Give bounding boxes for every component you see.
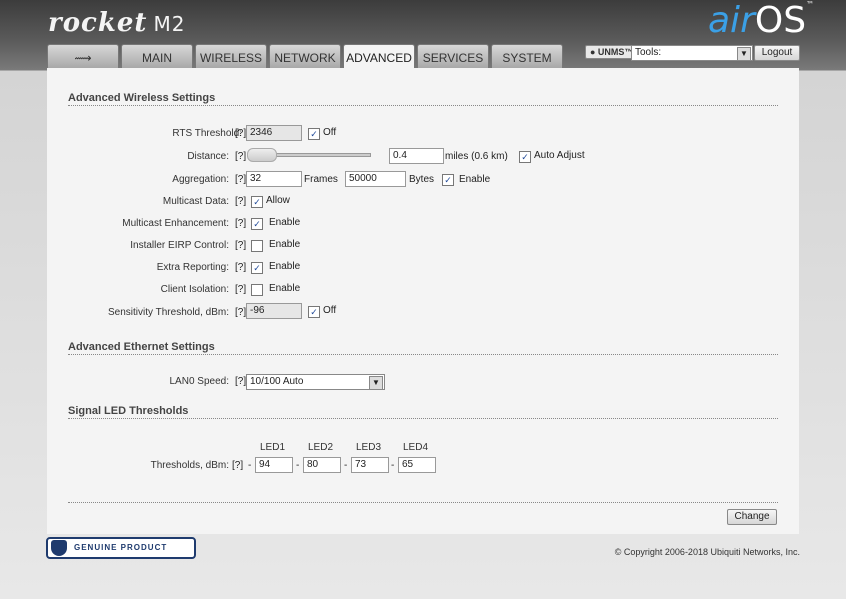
tab-services[interactable]: SERVICES: [417, 44, 489, 68]
tab-wireless[interactable]: WIRELESS: [195, 44, 267, 68]
auto-adjust-label: Auto Adjust: [534, 150, 585, 161]
dash: -: [391, 460, 395, 471]
sens-label: Sensitivity Threshold, dBm:: [108, 307, 229, 318]
lan-help[interactable]: [?]: [235, 376, 246, 387]
tab-main[interactable]: MAIN: [121, 44, 193, 68]
eirp-enable: Enable: [269, 239, 301, 250]
multicast-allow-checkbox[interactable]: ✓: [251, 196, 263, 208]
thresholds-help[interactable]: [?]: [232, 460, 243, 471]
multicast-help[interactable]: [?]: [235, 196, 246, 207]
isolation-help[interactable]: [?]: [235, 284, 246, 295]
aggregation-label: Aggregation:: [172, 174, 229, 185]
aggregation-enable-label: Enable: [459, 174, 491, 185]
extra-checkbox[interactable]: ✓: [251, 262, 263, 274]
tools-value: Tools:: [635, 47, 662, 58]
sens-off-label: Off: [323, 305, 337, 316]
lan-label: LAN0 Speed:: [169, 376, 230, 387]
eirp-help[interactable]: [?]: [235, 240, 246, 251]
rocket-logo: rocket M2: [48, 8, 185, 38]
sens-off-checkbox[interactable]: ✓: [308, 306, 320, 318]
isolation-label: Client Isolation:: [160, 284, 229, 295]
dash: -: [248, 460, 252, 471]
airos-air: air: [708, 0, 755, 41]
distance-unit: miles (0.6 km): [445, 151, 508, 162]
led1-heading: LED1: [260, 442, 286, 453]
mcast-enh-enable: Enable: [269, 217, 301, 228]
model-variant: M2: [153, 12, 186, 36]
distance-input[interactable]: 0.4: [389, 148, 444, 164]
tab-home-ubnt-icon[interactable]: ⟿: [47, 44, 119, 68]
aggregation-enable-checkbox[interactable]: ✓: [442, 174, 454, 186]
model-name: rocket: [48, 8, 148, 38]
badge-text: GENUINE PRODUCT: [74, 543, 168, 552]
aggregation-help[interactable]: [?]: [235, 174, 246, 185]
mcast-enh-label: Multicast Enhancement:: [122, 218, 229, 229]
chevron-down-icon: ▼: [369, 376, 383, 390]
led1-input[interactable]: 94: [255, 457, 293, 473]
tab-system[interactable]: SYSTEM: [491, 44, 563, 68]
airos-logo: airOS™: [708, 0, 814, 41]
multicast-label: Multicast Data:: [162, 196, 229, 207]
frames-label: Frames: [304, 174, 338, 185]
eirp-checkbox[interactable]: [251, 240, 263, 252]
eirp-label: Installer EIRP Control:: [130, 240, 229, 251]
rts-off-checkbox[interactable]: ✓: [308, 128, 320, 140]
divider: [68, 105, 778, 106]
mcast-enh-help[interactable]: [?]: [235, 218, 246, 229]
thresholds-label: Thresholds, dBm:: [150, 460, 229, 471]
rts-input[interactable]: 2346: [246, 125, 302, 141]
main-tabs: ⟿ MAIN WIRELESS NETWORK ADVANCED SERVICE…: [47, 44, 563, 69]
divider: [68, 502, 778, 503]
rts-off-label: Off: [323, 127, 337, 138]
chevron-down-icon: ▼: [737, 47, 751, 61]
isolation-enable: Enable: [269, 283, 301, 294]
section-title-wireless: Advanced Wireless Settings: [68, 92, 216, 104]
airos-tm: ™: [806, 0, 815, 9]
genuine-product-badge: GENUINE PRODUCT: [46, 537, 196, 559]
dash: -: [344, 460, 348, 471]
led4-input[interactable]: 65: [398, 457, 436, 473]
led4-heading: LED4: [403, 442, 429, 453]
auto-adjust-checkbox[interactable]: ✓: [519, 151, 531, 163]
extra-help[interactable]: [?]: [235, 262, 246, 273]
copyright: © Copyright 2006-2018 Ubiquiti Networks,…: [614, 547, 800, 557]
led3-heading: LED3: [356, 442, 382, 453]
led3-input[interactable]: 73: [351, 457, 389, 473]
bytes-label: Bytes: [409, 174, 435, 185]
extra-label: Extra Reporting:: [156, 262, 229, 273]
rts-label: RTS Threshold:: [172, 128, 242, 139]
divider: [68, 418, 778, 419]
multicast-allow-label: Allow: [266, 195, 290, 206]
distance-help[interactable]: [?]: [235, 151, 246, 162]
dash: -: [296, 460, 300, 471]
distance-slider-handle[interactable]: [247, 148, 277, 162]
rts-help[interactable]: [?]: [235, 128, 246, 139]
settings-panel: Advanced Wireless Settings RTS Threshold…: [47, 68, 799, 534]
extra-enable: Enable: [269, 261, 301, 272]
divider: [68, 354, 778, 355]
airos-os: OS: [754, 0, 807, 41]
lock-shield-icon: [51, 540, 67, 556]
change-button[interactable]: Change: [727, 509, 777, 525]
led2-input[interactable]: 80: [303, 457, 341, 473]
lan-speed-value: 10/100 Auto: [250, 376, 304, 387]
aggregation-frames-input[interactable]: 32: [246, 171, 302, 187]
tab-network[interactable]: NETWORK: [269, 44, 341, 68]
rts-label-text: RTS Threshold:: [172, 128, 242, 139]
led2-heading: LED2: [308, 442, 334, 453]
lan-speed-select[interactable]: 10/100 Auto ▼: [246, 374, 385, 390]
aggregation-bytes-input[interactable]: 50000: [345, 171, 406, 187]
isolation-checkbox[interactable]: [251, 284, 263, 296]
sens-help[interactable]: [?]: [235, 307, 246, 318]
section-title-ethernet: Advanced Ethernet Settings: [68, 341, 215, 353]
section-title-led: Signal LED Thresholds: [68, 405, 189, 417]
tab-advanced[interactable]: ADVANCED: [343, 44, 415, 69]
mcast-enh-checkbox[interactable]: ✓: [251, 218, 263, 230]
sens-input[interactable]: -96: [246, 303, 302, 319]
logout-button[interactable]: Logout: [754, 45, 800, 61]
distance-label: Distance:: [187, 151, 229, 162]
tools-select[interactable]: Tools: ▼: [631, 45, 753, 61]
